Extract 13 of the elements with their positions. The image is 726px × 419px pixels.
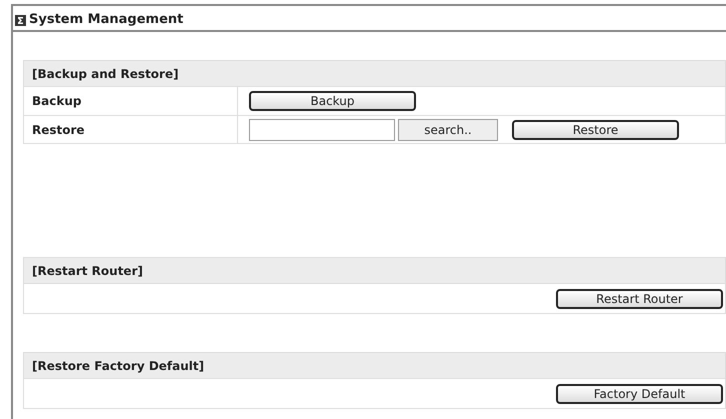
section-heading: [Restart Router] [32, 262, 143, 280]
restore-button[interactable]: Restore [512, 120, 679, 140]
panel-icon [15, 14, 26, 26]
field-label: Backup [32, 93, 82, 110]
backup-button[interactable]: Backup [249, 91, 416, 111]
search-button[interactable]: search.. [398, 118, 498, 140]
page-title: System Management [29, 11, 184, 30]
file-path-field[interactable] [249, 118, 395, 140]
action-button[interactable]: Factory Default [556, 384, 723, 404]
section-heading: [Backup and Restore] [32, 66, 179, 82]
action-button[interactable]: Restart Router [556, 288, 723, 308]
section-heading: [Restore Factory Default] [32, 358, 204, 374]
field-label: Restore [32, 122, 85, 138]
